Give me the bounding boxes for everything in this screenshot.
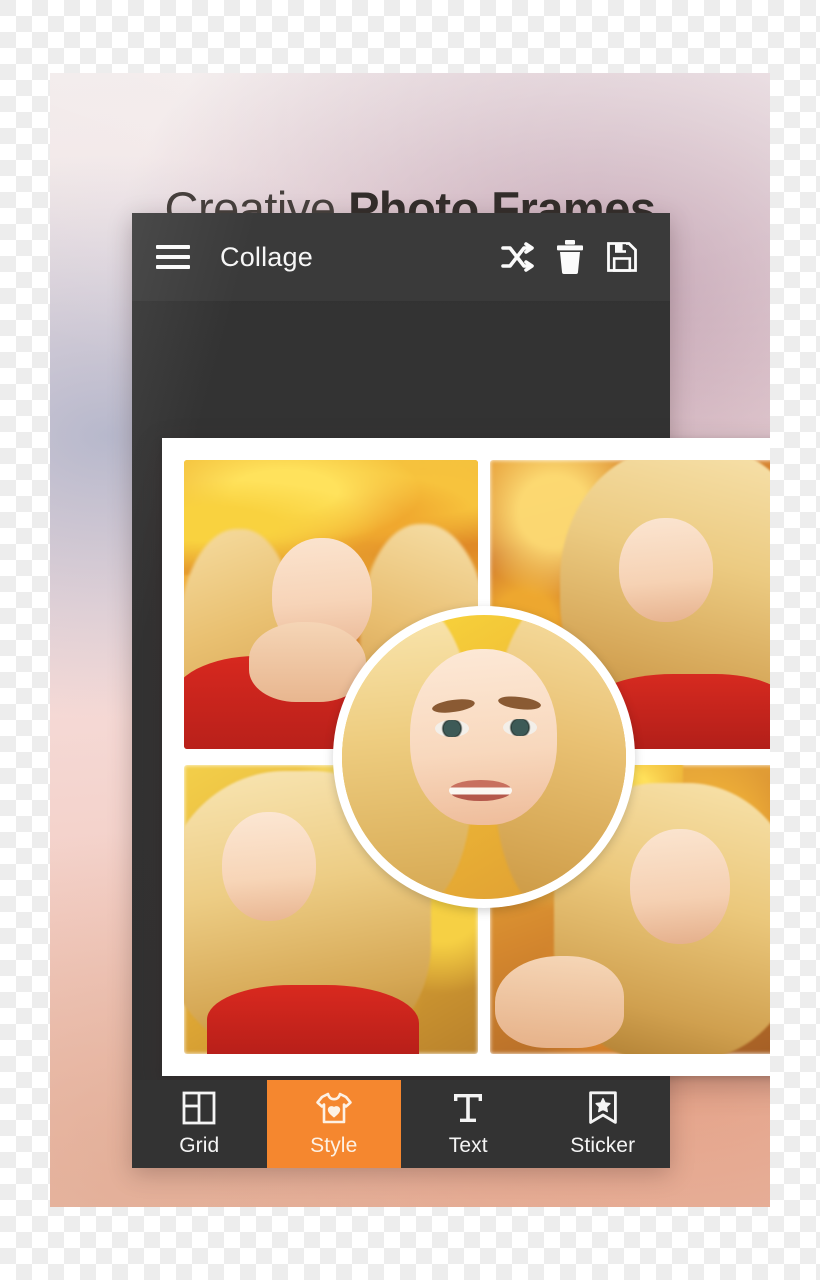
nav-item-grid[interactable]: Grid xyxy=(132,1080,267,1168)
collage-canvas[interactable] xyxy=(162,438,770,1076)
toolbar-title: Collage xyxy=(220,241,313,272)
delete-button[interactable] xyxy=(544,231,596,283)
nav-label-text: Text xyxy=(448,1133,488,1157)
collage-tile-center-circle[interactable] xyxy=(332,606,635,908)
save-button[interactable] xyxy=(596,231,648,283)
photo-center xyxy=(341,615,626,899)
tshirt-heart-icon xyxy=(315,1091,353,1125)
shuffle-button[interactable] xyxy=(492,231,544,283)
bottom-navigation: Grid Style Text Sticker xyxy=(132,1080,670,1168)
shuffle-icon xyxy=(500,241,536,273)
nav-item-sticker[interactable]: Sticker xyxy=(536,1080,671,1168)
trash-icon xyxy=(556,240,584,274)
collage-grid xyxy=(184,460,770,1054)
text-t-icon xyxy=(451,1091,485,1125)
nav-label-sticker: Sticker xyxy=(570,1133,636,1157)
nav-label-grid: Grid xyxy=(179,1133,220,1157)
grid-layout-icon xyxy=(182,1091,216,1125)
floppy-save-icon xyxy=(606,241,638,273)
hamburger-menu-icon[interactable] xyxy=(156,245,190,269)
app-toolbar: Collage xyxy=(132,213,670,301)
nav-label-style: Style xyxy=(310,1133,358,1157)
nav-item-style[interactable]: Style xyxy=(266,1080,401,1168)
nav-item-text[interactable]: Text xyxy=(401,1080,536,1168)
app-screen-mockup: Collage Grid Style Text Sticker xyxy=(132,213,770,1168)
bookmark-star-icon xyxy=(588,1090,618,1125)
promo-artboard: Creative Photo Frames Collage Grid Style… xyxy=(50,73,770,1207)
